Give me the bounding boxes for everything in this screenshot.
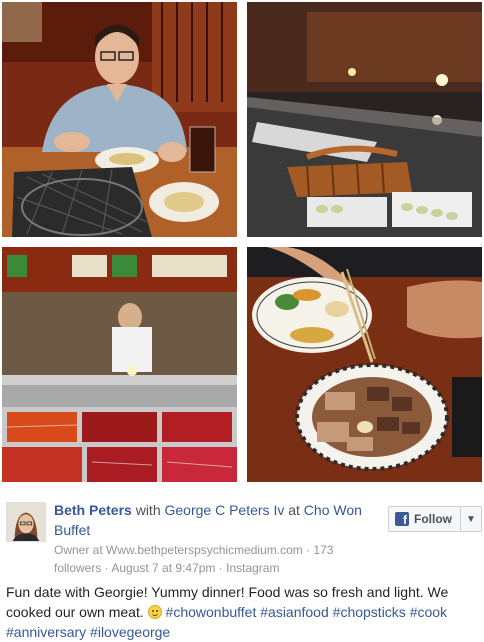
with-text: with — [131, 502, 165, 518]
owner-prefix: Owner at — [54, 543, 107, 557]
hashtag-link[interactable]: #asianfood — [260, 604, 329, 620]
follow-label: Follow — [414, 512, 452, 526]
author-link[interactable]: Beth Peters — [54, 502, 132, 518]
post-timestamp[interactable]: August 7 at 9:47pm — [111, 561, 215, 575]
avatar[interactable] — [6, 502, 46, 542]
hashtag-link[interactable]: #cook — [410, 604, 447, 620]
photo-plates-with-chopsticks[interactable] — [247, 247, 482, 482]
separator: · — [215, 561, 227, 575]
hashtag-link[interactable]: #chopsticks — [333, 604, 406, 620]
post-title-line: Beth Peters with George C Peters Iv at C… — [54, 500, 374, 540]
owner-site-link[interactable]: Www.bethpeterspsychicmedium.com — [106, 543, 303, 557]
post-body: Fun date with Georgie! Yummy dinner! Foo… — [6, 582, 480, 642]
follow-dropdown-button[interactable]: ▼ — [460, 506, 482, 532]
photo-grid — [2, 2, 482, 484]
tagged-person-link[interactable]: George C Peters Iv — [165, 502, 285, 518]
hashtag-link[interactable]: #ilovegeorge — [90, 624, 170, 640]
facebook-icon: f — [395, 512, 409, 526]
hashtag-link[interactable]: #anniversary — [6, 624, 86, 640]
smiley-emoji-icon — [147, 605, 162, 619]
photo-sushi-buffet-counter[interactable] — [247, 2, 482, 237]
post-subline: Owner at Www.bethpeterspsychicmedium.com… — [54, 541, 374, 577]
follow-button[interactable]: f Follow — [388, 506, 460, 532]
post-meta: Beth Peters with George C Peters Iv at C… — [54, 500, 374, 577]
chevron-down-icon: ▼ — [466, 513, 476, 525]
post-source-link[interactable]: Instagram — [226, 561, 279, 575]
hashtag-link[interactable]: #chowonbuffet — [166, 604, 257, 620]
at-text: at — [284, 502, 304, 518]
post-header: Beth Peters with George C Peters Iv at C… — [6, 500, 482, 577]
follow-control: f Follow ▼ — [388, 506, 482, 532]
photo-raw-meat-buffet[interactable] — [2, 247, 237, 482]
photo-man-at-grill-table[interactable] — [2, 2, 237, 237]
